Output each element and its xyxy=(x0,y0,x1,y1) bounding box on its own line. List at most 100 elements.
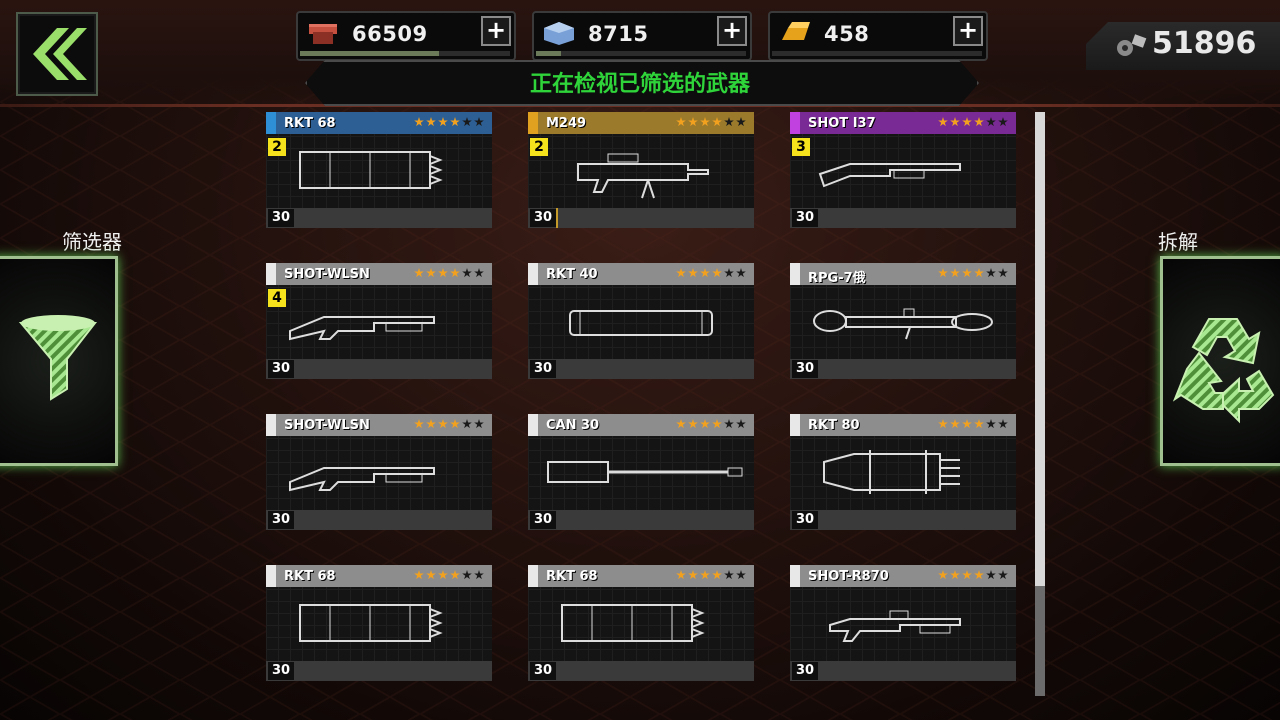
currency-bar-fill xyxy=(300,51,439,56)
weapon-progress-bar xyxy=(266,510,492,530)
star-icon xyxy=(974,117,984,127)
weapon-level: 30 xyxy=(530,511,556,529)
funnel-icon xyxy=(18,315,98,401)
rpg-icon xyxy=(813,308,993,340)
weapon-name: RPG-7俄 xyxy=(808,271,866,286)
weapon-card[interactable]: SHOT-R870 30 xyxy=(790,565,1016,681)
star-rating xyxy=(676,570,746,580)
star-icon xyxy=(426,268,436,278)
star-icon xyxy=(688,419,698,429)
weapon-progress-bar xyxy=(790,661,1016,681)
add-gold-currency-button[interactable]: + xyxy=(953,16,983,46)
weapon-name: RKT 68 xyxy=(546,569,598,584)
currency-gold: 458 + xyxy=(768,11,988,61)
weapon-name: SHOT-WLSN xyxy=(284,418,370,433)
currency-gold-bar xyxy=(772,51,982,56)
weapon-name: M249 xyxy=(546,116,587,131)
gear-parts-icon xyxy=(1117,34,1147,56)
star-icon xyxy=(724,419,734,429)
tactical-shotgun-icon xyxy=(829,610,961,642)
back-button[interactable] xyxy=(16,12,98,96)
star-icon xyxy=(474,117,484,127)
star-icon xyxy=(986,570,996,580)
weapon-card[interactable]: RPG-7俄 30 xyxy=(790,263,1016,379)
star-icon xyxy=(426,570,436,580)
star-icon xyxy=(450,117,460,127)
weapon-card[interactable]: RKT 68 2 30 xyxy=(266,112,492,228)
star-icon xyxy=(950,419,960,429)
star-icon xyxy=(736,570,746,580)
scrollbar[interactable] xyxy=(1035,112,1045,696)
star-icon xyxy=(724,117,734,127)
star-rating xyxy=(414,268,484,278)
star-rating xyxy=(676,268,746,278)
dismantle-button[interactable] xyxy=(1160,256,1280,466)
star-icon xyxy=(676,570,686,580)
rarity-stripe xyxy=(528,414,538,436)
star-rating xyxy=(676,117,746,127)
currency-bar-fill xyxy=(536,51,562,56)
star-icon xyxy=(688,570,698,580)
rarity-stripe xyxy=(266,112,276,134)
star-icon xyxy=(700,117,710,127)
star-icon xyxy=(462,117,472,127)
star-rating xyxy=(938,570,1008,580)
star-icon xyxy=(974,419,984,429)
weapon-card[interactable]: CAN 30 30 xyxy=(528,414,754,530)
weapon-name: RKT 80 xyxy=(808,418,860,433)
currency-blue-bar xyxy=(536,51,746,56)
star-icon xyxy=(414,117,424,127)
double-chevron-left-icon xyxy=(33,28,87,80)
star-icon xyxy=(998,419,1008,429)
star-icon xyxy=(474,570,484,580)
weapon-progress-bar xyxy=(266,359,492,379)
blue-supply-icon xyxy=(544,22,574,45)
star-icon xyxy=(938,419,948,429)
weapon-card[interactable]: RKT 40 30 xyxy=(528,263,754,379)
star-icon xyxy=(950,268,960,278)
star-icon xyxy=(938,117,948,127)
currency-gold-value: 458 xyxy=(824,22,870,46)
star-icon xyxy=(938,268,948,278)
star-icon xyxy=(962,570,972,580)
weapon-name: CAN 30 xyxy=(546,418,600,433)
weapon-card[interactable]: RKT 68 30 xyxy=(266,565,492,681)
star-rating xyxy=(938,268,1008,278)
weapon-card[interactable]: RKT 80 30 xyxy=(790,414,1016,530)
add-blue-currency-button[interactable]: + xyxy=(717,16,747,46)
weapon-name: RKT 68 xyxy=(284,569,336,584)
star-icon xyxy=(736,117,746,127)
star-icon xyxy=(474,419,484,429)
gold-bar-icon xyxy=(782,22,810,40)
scrollbar-thumb[interactable] xyxy=(1035,586,1045,696)
shotgun-icon xyxy=(289,316,435,341)
star-icon xyxy=(700,268,710,278)
filter-button[interactable] xyxy=(0,256,118,466)
weapon-level: 30 xyxy=(792,511,818,529)
rarity-stripe xyxy=(528,112,538,134)
star-icon xyxy=(950,570,960,580)
star-icon xyxy=(414,419,424,429)
weapon-progress-bar xyxy=(790,510,1016,530)
weapon-level: 30 xyxy=(268,209,294,227)
star-icon xyxy=(438,419,448,429)
rarity-stripe xyxy=(790,263,800,285)
weapon-card[interactable]: SHOT I37 3 30 xyxy=(790,112,1016,228)
rarity-stripe xyxy=(266,263,276,285)
star-icon xyxy=(962,419,972,429)
rocket-pod-icon xyxy=(561,604,705,642)
star-icon xyxy=(438,117,448,127)
weapon-card[interactable]: SHOT-WLSN 30 xyxy=(266,414,492,530)
rarity-stripe xyxy=(528,263,538,285)
star-icon xyxy=(962,268,972,278)
weapon-progress-bar xyxy=(266,661,492,681)
weapon-card[interactable]: M249 2 30 xyxy=(528,112,754,228)
weapon-level: 30 xyxy=(530,662,556,680)
weapon-card[interactable]: RKT 68 30 xyxy=(528,565,754,681)
autocannon-icon xyxy=(547,461,743,483)
weapon-card[interactable]: SHOT-WLSN 4 30 xyxy=(266,263,492,379)
rarity-stripe xyxy=(790,112,800,134)
add-red-currency-button[interactable]: + xyxy=(481,16,511,46)
star-icon xyxy=(986,419,996,429)
star-icon xyxy=(938,570,948,580)
